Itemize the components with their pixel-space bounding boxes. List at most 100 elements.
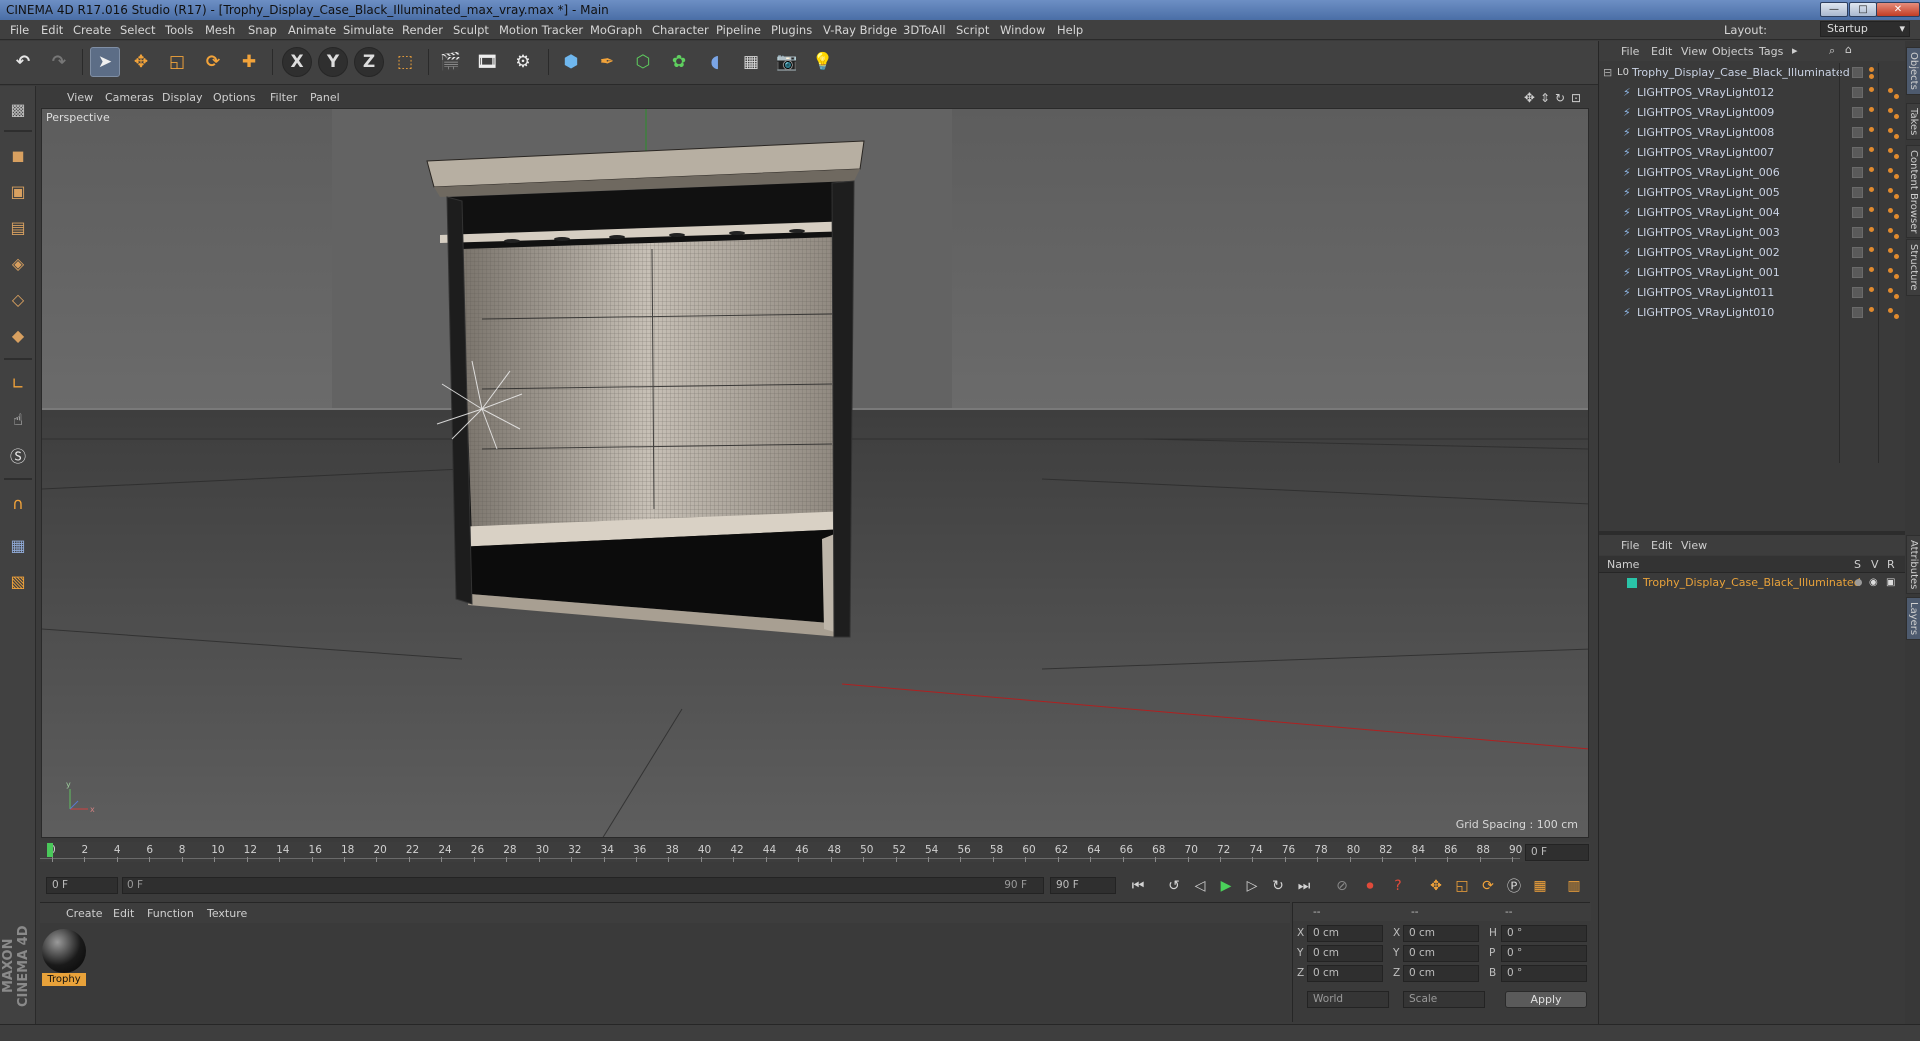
previous-frame-button[interactable]: ◁ (1188, 875, 1212, 897)
tag-dot[interactable] (1888, 208, 1893, 213)
viewport-menu-view[interactable]: View (67, 91, 93, 104)
apply-button[interactable]: Apply (1505, 991, 1587, 1008)
z-axis-lock-button[interactable]: Z (354, 47, 384, 77)
tab-structure[interactable]: Structure (1906, 239, 1920, 296)
size-x-field[interactable]: 0 cm (1403, 925, 1479, 942)
tweak-mode-button[interactable]: ☝ (3, 404, 33, 434)
snapping-button[interactable]: Ⓢ (3, 440, 33, 470)
search-icon[interactable]: ⌕ (1829, 44, 1835, 58)
object-row-light[interactable]: ⚡ LIGHTPOS_VRayLight011 (1599, 283, 1841, 303)
mat-menu-edit[interactable]: Edit (113, 907, 134, 920)
mat-menu-texture[interactable]: Texture (207, 907, 247, 920)
editor-dot[interactable] (1869, 87, 1874, 92)
end-frame-field[interactable]: 90 F (1050, 877, 1116, 894)
deformer-button[interactable]: ◖ (700, 47, 730, 77)
key-parameter-button[interactable]: Ⓟ (1502, 875, 1526, 897)
tag-dot[interactable] (1888, 308, 1893, 313)
perspective-viewport[interactable]: y x Perspective Grid Spacing : 100 cm (41, 108, 1589, 838)
visibility-flag[interactable] (1852, 87, 1863, 98)
model-mode-button[interactable]: ◼ (3, 140, 33, 170)
menu-sculpt[interactable]: Sculpt (453, 23, 489, 37)
om-menu-view[interactable]: View (1681, 45, 1707, 58)
home-icon[interactable]: ⌂ (1845, 43, 1852, 56)
polygons-mode-button[interactable]: ◆ (3, 320, 33, 350)
size-z-field[interactable]: 0 cm (1403, 965, 1479, 982)
render-picture-viewer-button[interactable]: 🎞 (472, 47, 502, 77)
close-button[interactable]: ✕ (1876, 2, 1920, 17)
tab-objects[interactable]: Objects (1906, 47, 1920, 95)
om-menu-objects[interactable]: Objects (1712, 45, 1754, 58)
editor-dot[interactable] (1869, 127, 1874, 132)
tag-dot[interactable] (1894, 114, 1899, 119)
size-mode-dropdown[interactable]: Scale (1403, 991, 1485, 1008)
key-scale-button[interactable]: ◱ (1450, 875, 1474, 897)
tag-dot[interactable] (1888, 128, 1893, 133)
go-to-start-button[interactable]: ⏮ (1126, 875, 1150, 897)
pen-spline-button[interactable]: ✒ (592, 47, 622, 77)
editor-dot[interactable] (1869, 227, 1874, 232)
menu-window[interactable]: Window (1000, 23, 1045, 37)
live-selection-button[interactable]: ➤ (90, 47, 120, 77)
viewport-camera-label[interactable]: Perspective (46, 111, 110, 124)
chevron-right-icon[interactable]: ▸ (1792, 44, 1798, 57)
cube-object-button[interactable]: ⬢ (556, 47, 586, 77)
menu-mesh[interactable]: Mesh (205, 23, 235, 37)
editor-dot[interactable] (1869, 287, 1874, 292)
workplane-mode-button[interactable]: ▤ (3, 212, 33, 242)
viewport-menu-panel[interactable]: Panel (310, 91, 340, 104)
viewport-zoom-icon[interactable]: ⇕ (1540, 91, 1550, 105)
go-to-end-button[interactable]: ⏭ (1292, 875, 1316, 897)
mat-menu-function[interactable]: Function (147, 907, 194, 920)
viewport-menu-filter[interactable]: Filter (270, 91, 297, 104)
menu-script[interactable]: Script (956, 23, 989, 37)
object-row-root[interactable]: ⊟ L0 Trophy_Display_Case_Black_Illuminat… (1599, 63, 1850, 83)
rotation-b-field[interactable]: 0 ° (1501, 965, 1587, 982)
coordinate-system-button[interactable]: ⬚ (390, 47, 420, 77)
object-row-light[interactable]: ⚡ LIGHTPOS_VRayLight008 (1599, 123, 1841, 143)
visibility-flag[interactable] (1852, 207, 1863, 218)
tag-dot[interactable] (1894, 294, 1899, 299)
menu-create[interactable]: Create (73, 23, 111, 37)
viewport-menu-display[interactable]: Display (162, 91, 203, 104)
tag-dot[interactable] (1894, 174, 1899, 179)
rotation-h-field[interactable]: 0 ° (1501, 925, 1587, 942)
tag-dot[interactable] (1888, 228, 1893, 233)
autokey-button[interactable]: ? (1386, 875, 1410, 897)
layer-col-s[interactable]: S (1854, 558, 1861, 571)
x-axis-lock-button[interactable]: X (282, 47, 312, 77)
render-icon[interactable]: ▣ (1886, 577, 1895, 588)
visibility-flag[interactable] (1852, 147, 1863, 158)
move-tool-button[interactable]: ✥ (126, 47, 156, 77)
frame-range-slider[interactable]: 0 F 90 F (122, 877, 1044, 894)
edges-mode-button[interactable]: ◇ (3, 284, 33, 314)
object-row-light[interactable]: ⚡ LIGHTPOS_VRayLight_003 (1599, 223, 1841, 243)
object-row-light[interactable]: ⚡ LIGHTPOS_VRayLight_004 (1599, 203, 1841, 223)
tag-dot[interactable] (1894, 194, 1899, 199)
tag-dot[interactable] (1894, 314, 1899, 319)
layer-row[interactable]: Trophy_Display_Case_Black_Illuminated ◉ … (1599, 574, 1905, 592)
rotation-p-field[interactable]: 0 ° (1501, 945, 1587, 962)
layer-col-name[interactable]: Name (1607, 558, 1639, 571)
recent-tools-button[interactable]: ✚ (234, 47, 264, 77)
rotate-tool-button[interactable]: ⟳ (198, 47, 228, 77)
key-position-button[interactable]: ✥ (1424, 875, 1448, 897)
tag-dot[interactable] (1888, 148, 1893, 153)
visibility-flag[interactable] (1852, 267, 1863, 278)
tag-dot[interactable] (1888, 248, 1893, 253)
material-swatch[interactable]: Trophy (42, 929, 86, 987)
points-mode-button[interactable]: ◈ (3, 248, 33, 278)
previous-key-button[interactable]: ↺ (1162, 875, 1186, 897)
editor-dot[interactable] (1869, 107, 1874, 112)
tag-dot[interactable] (1888, 168, 1893, 173)
visibility-flag[interactable] (1852, 227, 1863, 238)
next-frame-button[interactable]: ▷ (1240, 875, 1264, 897)
collapse-toggle-icon[interactable]: ⊟ (1603, 63, 1612, 83)
lm-menu-edit[interactable]: Edit (1651, 539, 1672, 552)
tag-dot[interactable] (1894, 274, 1899, 279)
object-row-light[interactable]: ⚡ LIGHTPOS_VRayLight_006 (1599, 163, 1841, 183)
om-menu-file[interactable]: File (1621, 45, 1639, 58)
editor-dot[interactable] (1869, 267, 1874, 272)
next-key-button[interactable]: ↻ (1266, 875, 1290, 897)
array-button[interactable]: ✿ (664, 47, 694, 77)
editor-dot[interactable] (1869, 147, 1874, 152)
